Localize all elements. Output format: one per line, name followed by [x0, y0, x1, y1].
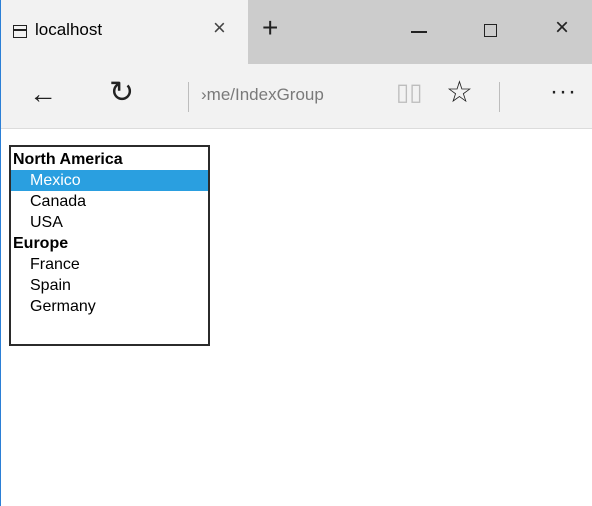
- optgroup-label: North America: [13, 151, 123, 168]
- reading-view-icon[interactable]: ▯▯: [396, 81, 422, 105]
- option-germany[interactable]: Germany: [11, 296, 208, 317]
- favorite-star-icon[interactable]: ☆: [446, 78, 473, 108]
- address-bar[interactable]: ›me/IndexGroup: [201, 85, 371, 105]
- nav-divider: [188, 82, 189, 112]
- option-usa[interactable]: USA: [11, 212, 208, 233]
- more-options-icon[interactable]: ···: [550, 80, 577, 104]
- minimize-icon[interactable]: [411, 31, 427, 33]
- option-spain[interactable]: Spain: [11, 275, 208, 296]
- new-tab-icon[interactable]: +: [262, 14, 278, 42]
- country-listbox[interactable]: North America Mexico Canada USA Europe F…: [9, 145, 210, 346]
- tab-localhost[interactable]: localhost ×: [1, 0, 248, 64]
- tab-title: localhost: [35, 20, 103, 39]
- close-window-icon[interactable]: ×: [555, 16, 569, 40]
- option-canada[interactable]: Canada: [11, 191, 208, 212]
- nav-divider: [499, 82, 500, 112]
- back-icon[interactable]: ←: [29, 80, 57, 108]
- tab-bar: localhost × + ×: [1, 0, 592, 64]
- optgroup-label: Europe: [13, 235, 69, 252]
- maximize-icon[interactable]: [484, 24, 497, 37]
- navigation-bar: ← ↻ ›me/IndexGroup ▯▯ ☆ ···: [1, 64, 592, 129]
- browser-window: localhost × + × ← ↻ ›me/IndexGroup ▯▯ ☆ …: [0, 0, 592, 506]
- option-france[interactable]: France: [11, 254, 208, 275]
- tab-close-icon[interactable]: ×: [213, 17, 226, 39]
- option-mexico[interactable]: Mexico: [11, 170, 208, 191]
- refresh-icon[interactable]: ↻: [109, 78, 134, 108]
- tab-page-icon: [13, 25, 27, 38]
